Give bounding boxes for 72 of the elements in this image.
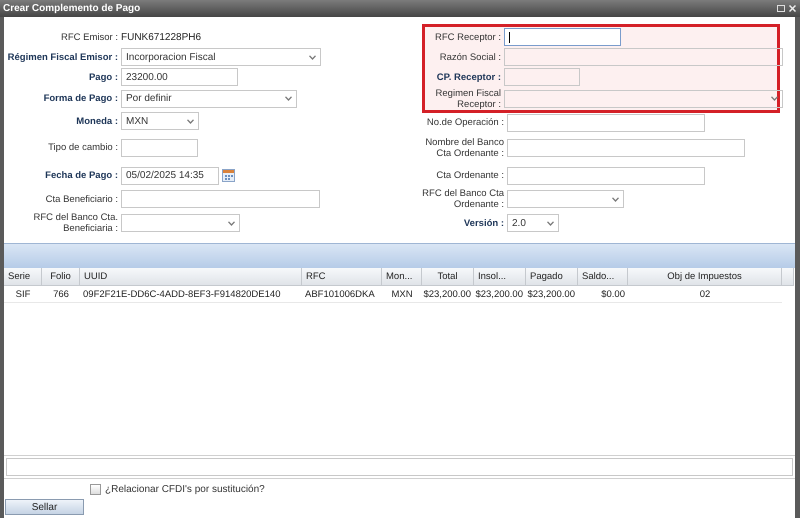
field-label: Cta Ordenante : bbox=[435, 170, 505, 181]
text-field[interactable] bbox=[504, 68, 580, 86]
table-cell: $23,200.00 bbox=[526, 286, 578, 303]
field-label: Forma de Pago : bbox=[42, 93, 119, 104]
calendar-icon[interactable] bbox=[222, 169, 235, 182]
caret-icon bbox=[309, 54, 316, 60]
dropdown[interactable] bbox=[121, 214, 240, 232]
column-header[interactable]: Folio bbox=[42, 268, 80, 286]
input-field[interactable] bbox=[6, 458, 793, 476]
checkbox-label: ¿Relacionar CFDI's por sustitución? bbox=[105, 484, 265, 494]
field-label: Cta Beneficiario : bbox=[44, 194, 119, 204]
column-header[interactable]: Insol... bbox=[474, 268, 526, 286]
field-label: Pago : bbox=[88, 72, 119, 82]
column-header[interactable]: Mon... bbox=[382, 268, 422, 286]
text-field[interactable] bbox=[504, 48, 783, 66]
field-label: RFC del Banco Cta Ordenante : bbox=[421, 188, 505, 210]
field-label: Tipo de cambio : bbox=[47, 142, 119, 153]
caret-icon bbox=[285, 96, 292, 101]
dropdown[interactable] bbox=[504, 90, 783, 108]
text-field[interactable] bbox=[504, 28, 621, 46]
caret-icon bbox=[228, 220, 235, 226]
table-cell: $23,200.00 bbox=[422, 286, 474, 303]
maximize-icon[interactable] bbox=[777, 5, 785, 12]
field-label: CP. Receptor : bbox=[436, 72, 502, 82]
text-field[interactable] bbox=[507, 114, 705, 132]
field-label: Nombre del Banco Cta Ordenante : bbox=[424, 136, 505, 158]
text-field[interactable] bbox=[507, 166, 705, 184]
seal-button[interactable]: Sellar bbox=[5, 499, 84, 515]
header-filler bbox=[782, 268, 794, 286]
caret-icon bbox=[547, 220, 554, 226]
caret-icon bbox=[612, 196, 619, 202]
field-label: No.de Operación : bbox=[426, 117, 505, 128]
text-field[interactable] bbox=[121, 138, 198, 156]
text-field[interactable]: 23200.00 bbox=[121, 68, 238, 86]
field-label: Régimen Fiscal Emisor : bbox=[6, 52, 119, 62]
dropdown[interactable] bbox=[507, 190, 624, 208]
field-label: Fecha de Pago : bbox=[44, 170, 119, 181]
column-header[interactable]: UUID bbox=[80, 268, 302, 286]
close-icon[interactable] bbox=[789, 5, 796, 12]
table-cell: $0.00 bbox=[578, 286, 628, 303]
field-value: FUNK671228PH6 bbox=[121, 32, 202, 42]
caret-icon bbox=[187, 118, 194, 124]
table-cell: MXN bbox=[382, 286, 422, 303]
table-cell: 766 bbox=[42, 286, 80, 303]
field-label: RFC Emisor : bbox=[60, 32, 119, 42]
dropdown[interactable]: Incorporacion Fiscal bbox=[121, 48, 321, 66]
column-header[interactable]: Serie bbox=[4, 268, 42, 286]
column-header[interactable]: RFC bbox=[302, 268, 382, 286]
field-label: Versión : bbox=[462, 218, 505, 228]
column-header[interactable]: Pagado bbox=[526, 268, 578, 286]
field-label: RFC del Banco Cta. Beneficiaria : bbox=[32, 212, 119, 234]
checkbox[interactable] bbox=[90, 484, 101, 494]
table-cell: $23,200.00 bbox=[474, 286, 526, 303]
field-label: Regimen Fiscal Receptor : bbox=[434, 88, 502, 110]
field-label: RFC Receptor : bbox=[434, 32, 502, 42]
text-field[interactable] bbox=[507, 138, 745, 156]
dropdown[interactable]: MXN bbox=[121, 112, 199, 130]
text-field[interactable]: 05/02/2025 14:35 bbox=[121, 166, 219, 184]
column-header[interactable]: Saldo... bbox=[578, 268, 628, 286]
table-cell: ABF101006DKA bbox=[302, 286, 382, 303]
column-header[interactable]: Total bbox=[422, 268, 474, 286]
window-title: Crear Complemento de Pago bbox=[3, 3, 140, 14]
field-label: Razón Social : bbox=[438, 52, 502, 62]
field-label: Moneda : bbox=[75, 116, 119, 126]
dropdown[interactable]: Por definir bbox=[121, 90, 297, 108]
column-header[interactable]: Obj de Impuestos bbox=[628, 268, 782, 286]
caret-icon bbox=[771, 96, 778, 101]
table-cell: SIF bbox=[4, 286, 42, 303]
table-cell: 09F2F21E-DD6C-4ADD-8EF3-F914820DE140 bbox=[80, 286, 302, 303]
table-cell: 02 bbox=[628, 286, 782, 303]
text-field[interactable] bbox=[121, 190, 320, 208]
dropdown[interactable]: 2.0 bbox=[507, 214, 559, 232]
